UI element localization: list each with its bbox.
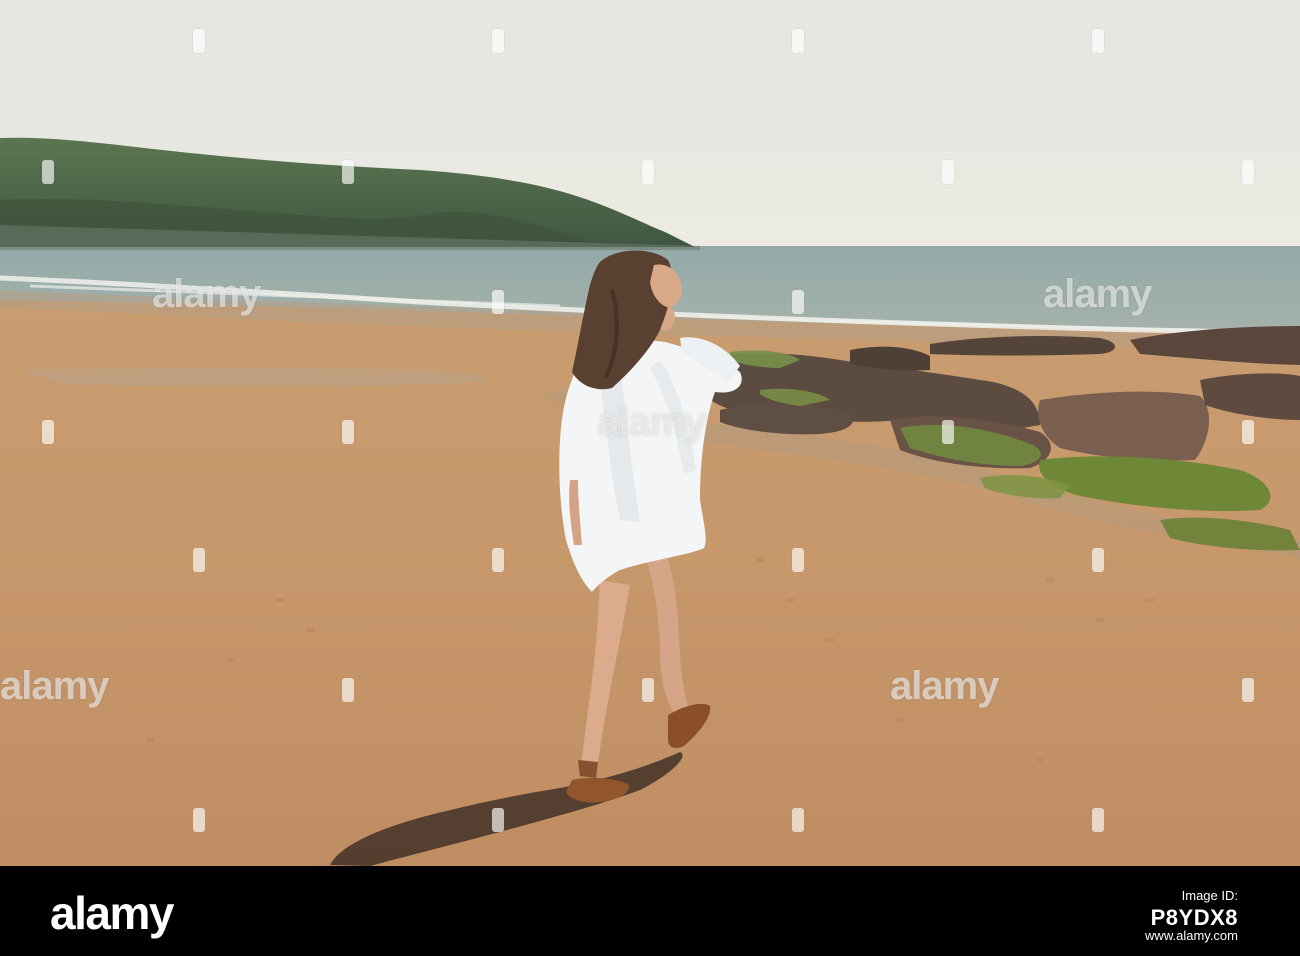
beach-scene bbox=[0, 0, 1300, 866]
stock-photo-page: alamy alamy alamy alamy alamy alamy Imag… bbox=[0, 0, 1300, 956]
alamy-logo: alamy bbox=[50, 887, 174, 939]
image-id-block: Image ID: P8YDX8 bbox=[1151, 888, 1238, 931]
site-url: www.alamy.com bbox=[1145, 928, 1238, 943]
image-id-label: Image ID: bbox=[1181, 888, 1238, 903]
beach-photo: alamy alamy alamy alamy alamy bbox=[0, 0, 1300, 866]
footer-bar: alamy Image ID: P8YDX8 www.alamy.com bbox=[0, 866, 1300, 956]
